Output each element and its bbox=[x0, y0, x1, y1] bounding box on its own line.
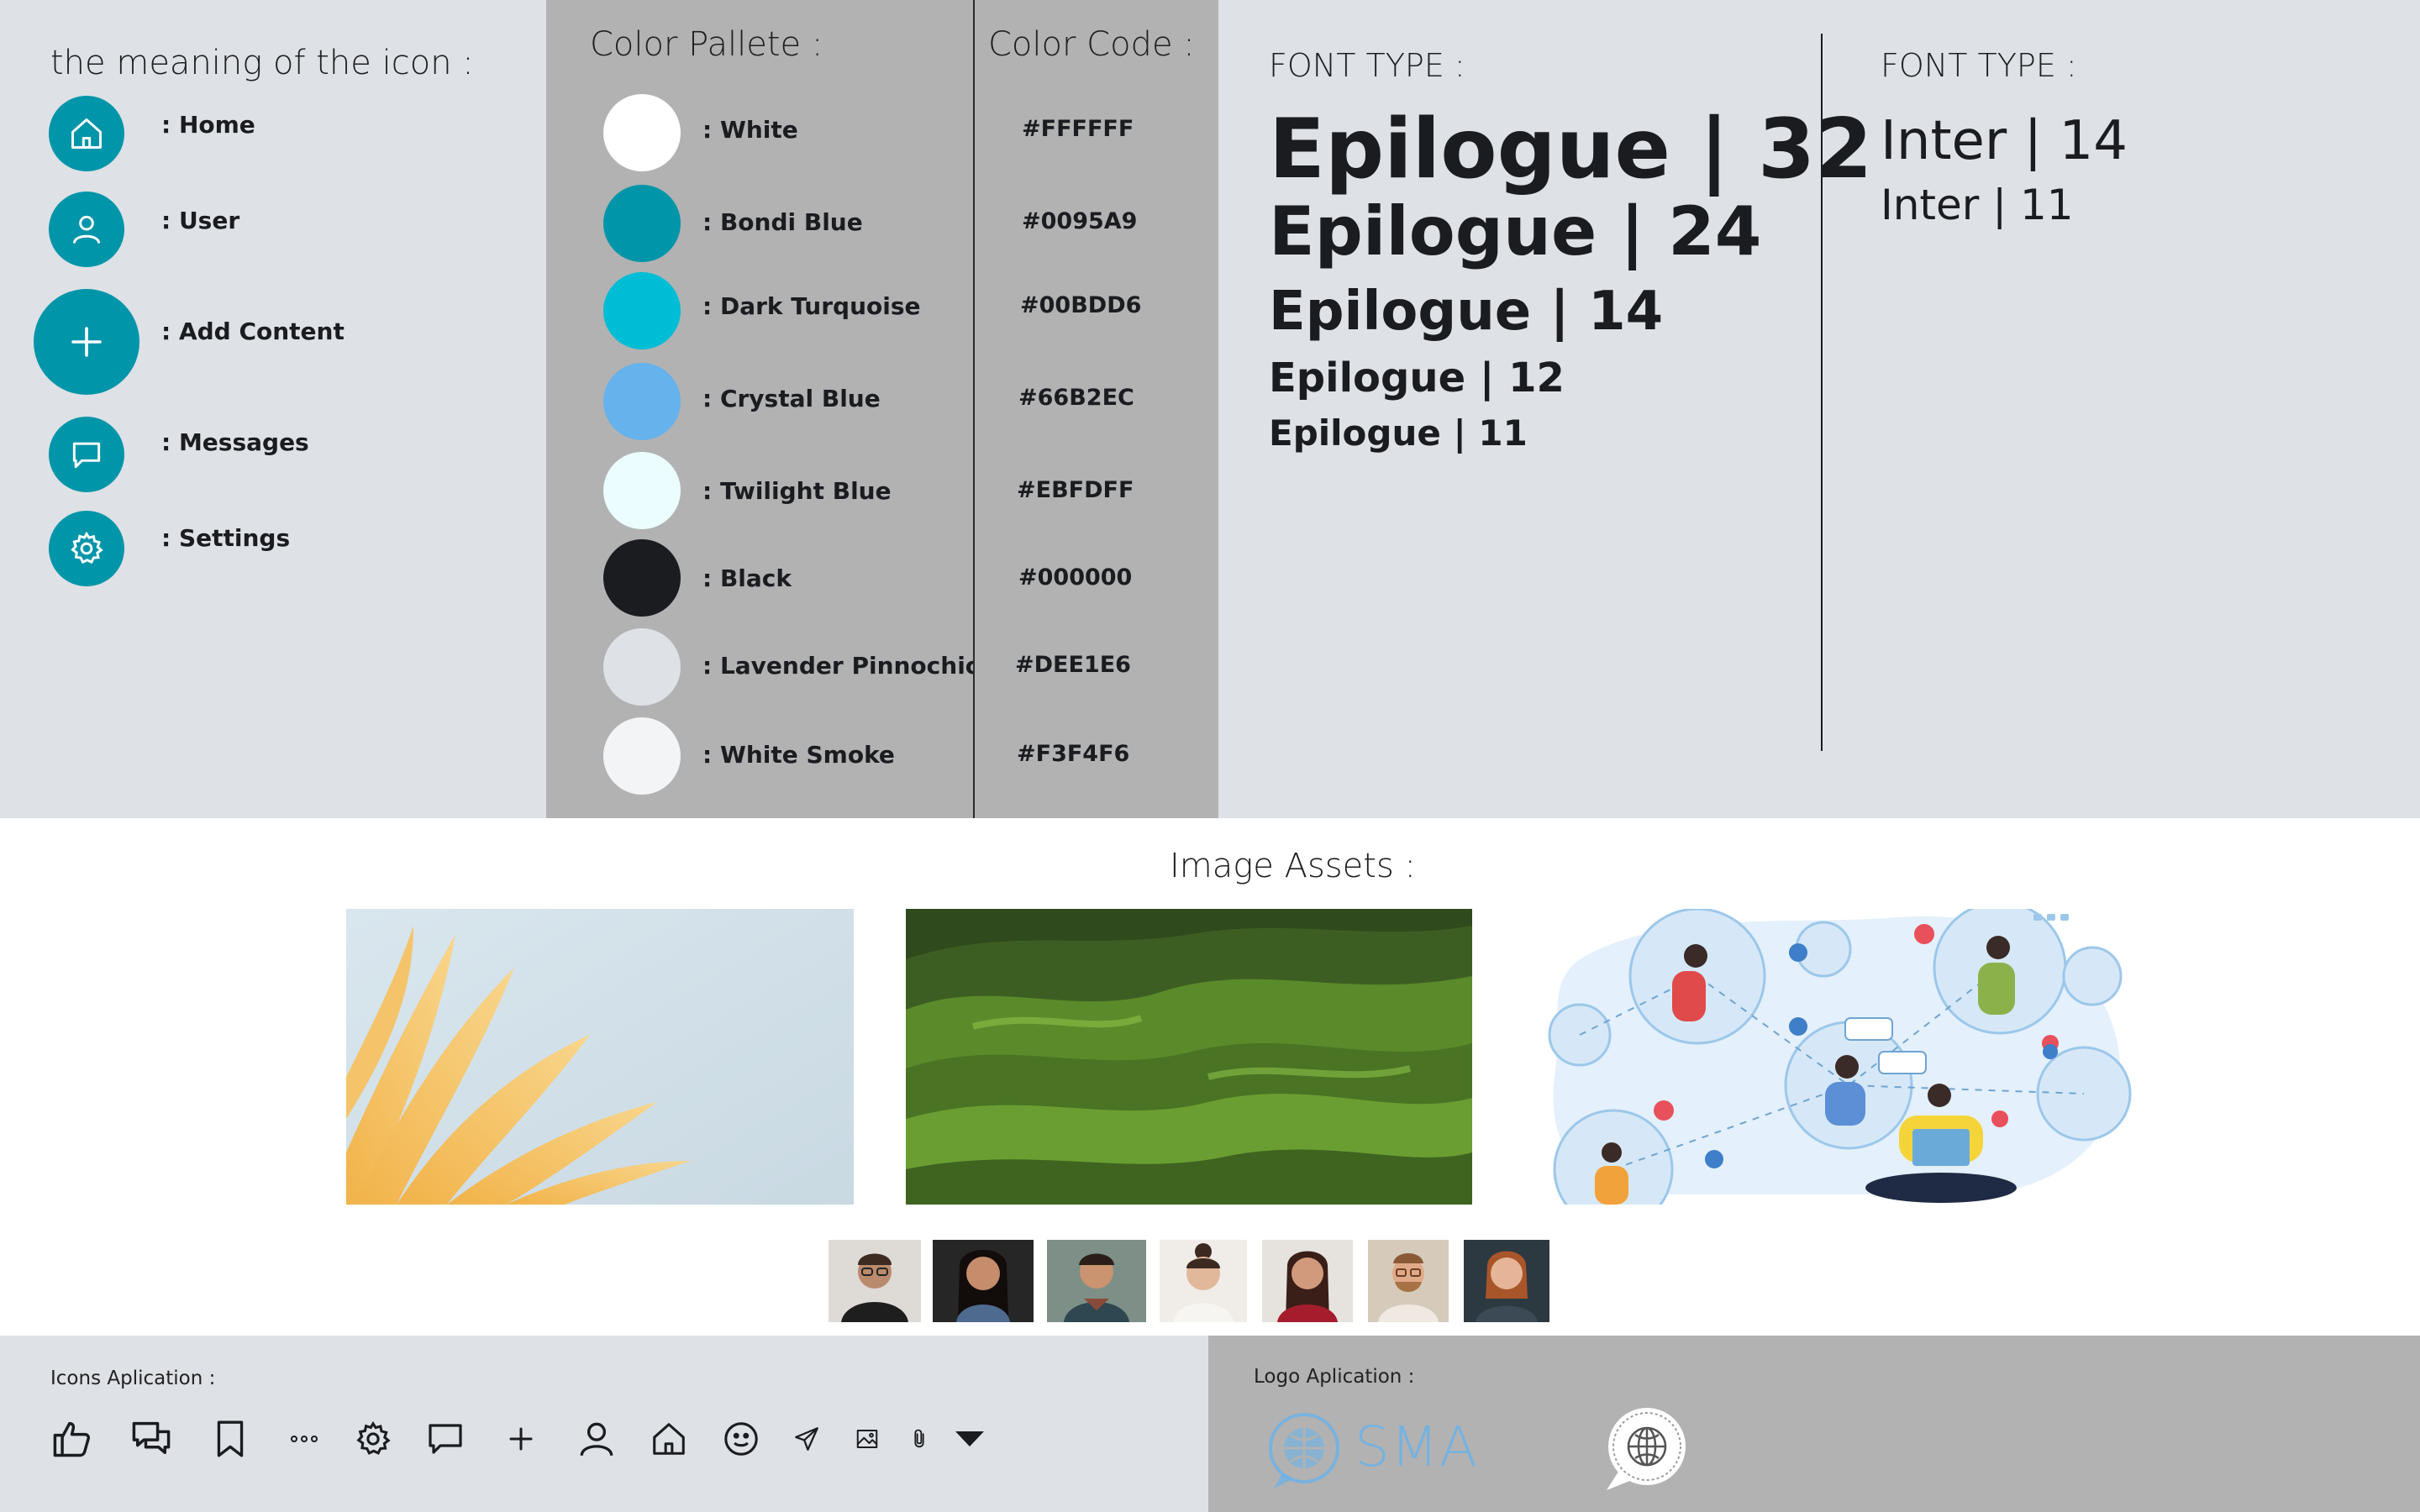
globe-chat-icon bbox=[1607, 1408, 1686, 1490]
globe-chat-logo bbox=[1598, 1403, 1691, 1495]
swatch-dark-turquoise bbox=[603, 272, 681, 349]
plus-icon[interactable] bbox=[497, 1415, 544, 1462]
avatar-6 bbox=[1368, 1240, 1449, 1322]
swatch-crystal-blue bbox=[603, 363, 681, 440]
swatch-label-crystal-blue: : Crystal Blue bbox=[702, 385, 881, 412]
logo-application-panel: Logo Aplication : SMA bbox=[1208, 1336, 2420, 1512]
swatch-lavender-pinnochio bbox=[603, 628, 681, 706]
meaning-label-settings: : Settings bbox=[161, 524, 291, 552]
swatch-bondi-blue bbox=[603, 185, 681, 262]
social-network-illustration bbox=[1546, 909, 2134, 1205]
send-icon[interactable] bbox=[783, 1415, 830, 1462]
avatar-1 bbox=[829, 1240, 921, 1322]
bookmark-icon[interactable] bbox=[207, 1415, 254, 1462]
paperclip-icon[interactable] bbox=[896, 1415, 943, 1462]
smiley-icon[interactable] bbox=[718, 1415, 765, 1462]
gear-icon[interactable] bbox=[49, 511, 124, 586]
image-assets-title: Image Assets : bbox=[1170, 847, 1416, 885]
meaning-row-user: : User bbox=[0, 192, 546, 284]
home-icon[interactable] bbox=[645, 1415, 692, 1462]
epilogue-sample-14: Epilogue | 14 bbox=[1269, 281, 1664, 343]
globe-icon bbox=[1269, 1413, 1339, 1488]
meaning-label-add-content: : Add Content bbox=[161, 318, 345, 345]
chat-bubbles-icon[interactable] bbox=[128, 1415, 175, 1462]
swatch-label-white-smoke: : White Smoke bbox=[702, 741, 895, 769]
swatch-label-twilight-blue: : Twilight Blue bbox=[702, 477, 892, 505]
code-dark-turquoise: #00BDD6 bbox=[1020, 292, 1142, 318]
plus-icon[interactable] bbox=[34, 289, 139, 395]
logo-text: SMA bbox=[1355, 1415, 1478, 1479]
swatch-twilight-blue bbox=[603, 452, 681, 529]
epilogue-sample-24: Epilogue | 24 bbox=[1269, 192, 1762, 270]
sma-logo: SMA bbox=[1265, 1410, 1477, 1494]
green-hills-photo bbox=[906, 909, 1472, 1205]
color-palette-title: Color Pallete : bbox=[590, 25, 823, 64]
meaning-row-messages: : Messages bbox=[0, 415, 546, 507]
home-icon[interactable] bbox=[49, 96, 124, 171]
meaning-label-messages: : Messages bbox=[161, 428, 309, 456]
swatch-label-bondi-blue: : Bondi Blue bbox=[702, 208, 863, 236]
code-white-smoke: #F3F4F6 bbox=[1017, 741, 1130, 767]
icon-meaning-panel: the meaning of the icon : : Home : User … bbox=[0, 0, 546, 818]
color-palette-panel: Color Pallete : : White : Bondi Blue : D… bbox=[546, 0, 981, 818]
code-black: #000000 bbox=[1018, 564, 1133, 591]
gear-icon[interactable] bbox=[350, 1415, 397, 1462]
code-bondi-blue: #0095A9 bbox=[1022, 208, 1138, 234]
avatar-5 bbox=[1262, 1240, 1353, 1322]
thumbs-up-icon[interactable] bbox=[49, 1415, 96, 1462]
fonts-divider bbox=[1821, 34, 1823, 751]
user-icon[interactable] bbox=[49, 192, 124, 267]
icon-meaning-title: the meaning of the icon : bbox=[50, 44, 474, 82]
message-icon[interactable] bbox=[49, 417, 124, 492]
meaning-label-user: : User bbox=[161, 207, 240, 234]
swatch-white bbox=[603, 94, 681, 171]
meaning-row-add-content: : Add Content bbox=[0, 289, 546, 395]
epilogue-sample-32: Epilogue | 32 bbox=[1269, 102, 1873, 197]
icons-application-title: Icons Aplication : bbox=[50, 1368, 216, 1389]
code-white: #FFFFFF bbox=[1022, 116, 1134, 142]
logo-application-title: Logo Aplication : bbox=[1254, 1366, 1415, 1388]
color-code-title: Color Code : bbox=[988, 25, 1195, 64]
avatar-4 bbox=[1160, 1240, 1247, 1322]
epilogue-sample-12: Epilogue | 12 bbox=[1269, 354, 1565, 402]
caret-down-icon[interactable] bbox=[946, 1415, 993, 1462]
avatar-3 bbox=[1047, 1240, 1146, 1322]
epilogue-font-title: FONT TYPE : bbox=[1269, 47, 1465, 84]
swatch-label-black: : Black bbox=[702, 564, 792, 592]
more-dots-icon[interactable] bbox=[281, 1415, 328, 1462]
meaning-row-home: : Home bbox=[0, 89, 546, 181]
meaning-label-home: : Home bbox=[161, 111, 255, 139]
code-lavender-pinnochio: #DEE1E6 bbox=[1015, 652, 1131, 678]
font-type-panel: FONT TYPE : Epilogue | 32 Epilogue | 24 … bbox=[1218, 0, 2420, 818]
yellow-leaves-photo bbox=[346, 909, 854, 1205]
epilogue-sample-11: Epilogue | 11 bbox=[1269, 412, 1528, 454]
swatch-black bbox=[603, 539, 681, 617]
user-icon[interactable] bbox=[573, 1415, 620, 1462]
swatch-label-white: : White bbox=[702, 116, 798, 144]
code-twilight-blue: #EBFDFF bbox=[1017, 477, 1134, 503]
swatch-label-dark-turquoise: : Dark Turquoise bbox=[702, 292, 921, 320]
swatch-white-smoke bbox=[603, 717, 681, 795]
color-code-panel: Color Code : #FFFFFF #0095A9 #00BDD6 #66… bbox=[973, 0, 1218, 818]
inter-sample-11: Inter | 11 bbox=[1881, 181, 2074, 229]
inter-font-title: FONT TYPE : bbox=[1881, 47, 2077, 84]
image-icon[interactable] bbox=[844, 1415, 891, 1462]
chat-bubble-icon[interactable] bbox=[422, 1415, 469, 1462]
meaning-row-settings: : Settings bbox=[0, 509, 546, 601]
swatch-label-lavender-pinnochio: : Lavender Pinnochio bbox=[702, 652, 982, 680]
inter-sample-14: Inter | 14 bbox=[1881, 110, 2128, 172]
avatar-7 bbox=[1464, 1240, 1549, 1322]
code-crystal-blue: #66B2EC bbox=[1018, 385, 1134, 411]
avatar-2 bbox=[933, 1240, 1034, 1322]
